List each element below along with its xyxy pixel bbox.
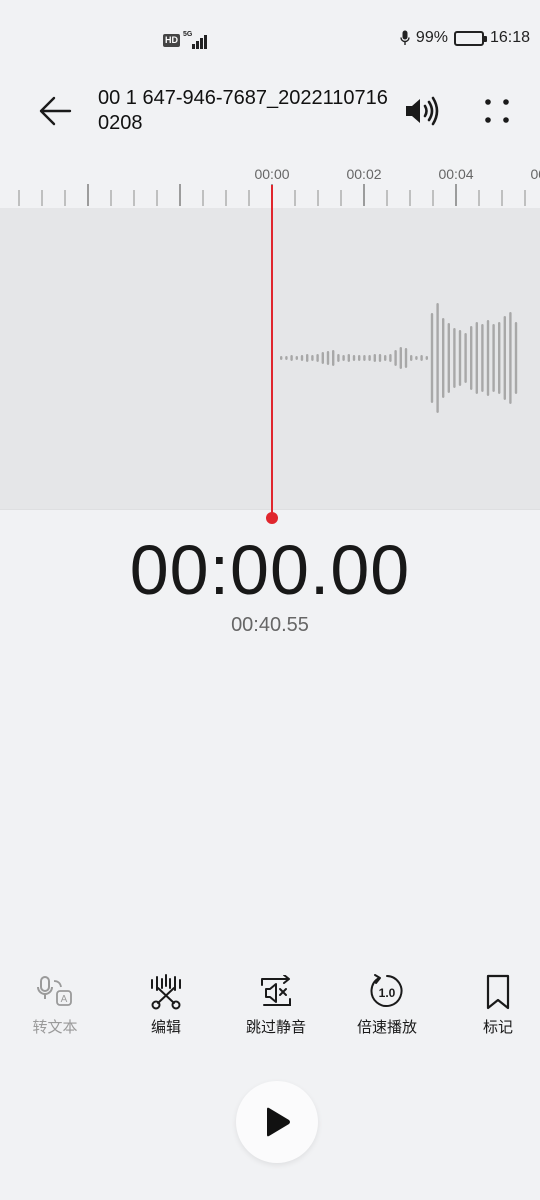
- skip-silence-button[interactable]: 跳过静音: [228, 972, 324, 1042]
- total-duration: 00:40.55: [231, 614, 309, 636]
- playback-speed-icon: 1.0: [370, 974, 403, 1007]
- waveform-area[interactable]: [0, 208, 540, 510]
- waveform-bar: [389, 354, 392, 362]
- waveform-bar: [306, 354, 309, 362]
- recording-title: 00 1 647-946-7687_20221107160208: [98, 87, 388, 134]
- waveform-bar: [295, 356, 298, 360]
- status-bar: HD 5G 99% 16:18: [0, 0, 540, 82]
- waveform-bar: [326, 351, 330, 365]
- waveform-bar: [486, 320, 490, 396]
- tick-label: 00:04: [438, 166, 474, 182]
- waveform-bar: [410, 355, 413, 361]
- waveform: [280, 303, 518, 413]
- action-label: 倍速播放: [356, 1019, 417, 1036]
- waveform-bar: [447, 323, 450, 393]
- waveform-bar: [342, 355, 345, 361]
- hd-badge: HD: [163, 33, 180, 47]
- play-button[interactable]: [236, 1081, 318, 1163]
- arrow-left-icon: [39, 96, 72, 126]
- waveform-bar: [384, 355, 387, 361]
- edit-scissors-icon: [151, 974, 181, 1010]
- waveform-bar: [285, 356, 288, 360]
- waveform-bar: [321, 352, 324, 364]
- waveform-bar: [475, 322, 478, 394]
- waveform-bar: [358, 355, 361, 361]
- clock: 16:18: [489, 29, 530, 46]
- waveform-bar: [420, 355, 423, 361]
- speech-to-text-button[interactable]: A 转文本: [7, 972, 103, 1042]
- action-label: 编辑: [150, 1019, 181, 1036]
- waveform-bar: [347, 354, 350, 362]
- waveform-bar: [430, 313, 434, 403]
- timeline-ruler[interactable]: 00:00 00:02 00:04 00:06: [0, 160, 540, 208]
- svg-text:1.0: 1.0: [379, 986, 396, 1000]
- waveform-bar: [378, 354, 382, 362]
- play-icon: [267, 1107, 290, 1137]
- speaker-icon: [406, 96, 439, 126]
- back-button[interactable]: [34, 90, 76, 132]
- waveform-bar: [436, 303, 439, 413]
- waveform-bar: [337, 354, 340, 362]
- current-time: 00:00.00: [129, 531, 411, 609]
- signal-icon: 5G: [183, 31, 211, 49]
- tick-label: 00:00: [254, 166, 290, 182]
- network-type-label: 5G: [183, 31, 193, 38]
- bookmark-button[interactable]: 标记: [450, 972, 540, 1042]
- waveform-bar: [300, 355, 304, 361]
- waveform-bar: [425, 356, 428, 360]
- playhead-handle[interactable]: [266, 512, 278, 524]
- waveform-bar: [470, 326, 473, 390]
- playhead[interactable]: [271, 185, 273, 516]
- waveform-bar: [368, 355, 371, 361]
- waveform-bar: [415, 356, 418, 360]
- battery-percent: 99%: [415, 29, 448, 46]
- battery-icon: [453, 30, 487, 46]
- top-bar: 00 1 647-946-7687_20221107160208: [0, 84, 540, 140]
- waveform-bar: [498, 322, 501, 394]
- waveform-bar: [458, 330, 462, 386]
- waveform-bar: [442, 318, 445, 398]
- action-label: 标记: [482, 1019, 513, 1036]
- waveform-bar: [394, 350, 397, 366]
- waveform-bar: [363, 355, 366, 361]
- status-right: 99% 16:18: [400, 29, 530, 47]
- action-label: 转文本: [32, 1019, 78, 1036]
- action-label: 跳过静音: [245, 1019, 306, 1036]
- speech-to-text-icon: A: [37, 976, 72, 1006]
- waveform-bar: [509, 312, 512, 404]
- microphone-icon: [400, 30, 410, 45]
- speaker-button[interactable]: [402, 90, 444, 132]
- waveform-bar: [352, 355, 356, 361]
- waveform-bar: [280, 356, 283, 360]
- waveform-bar: [399, 347, 402, 369]
- waveform-bar: [453, 328, 456, 388]
- waveform-bar: [311, 355, 314, 361]
- more-options-button[interactable]: [476, 90, 518, 132]
- waveform-bar: [290, 355, 293, 361]
- waveform-bar: [404, 348, 408, 368]
- waveform-bar: [316, 354, 319, 362]
- waveform-bar: [332, 350, 335, 366]
- edit-button[interactable]: 编辑: [118, 972, 214, 1042]
- bookmark-icon: [486, 974, 510, 1010]
- tick-label: 00:02: [346, 166, 382, 182]
- waveform-bar: [503, 316, 506, 400]
- waveform-bar: [481, 324, 484, 392]
- waveform-bar: [492, 324, 495, 392]
- action-toolbar: A 转文本 编辑 跳过静音 1.0 倍速播放 标记: [0, 972, 540, 1042]
- network-indicators: HD 5G: [163, 31, 211, 49]
- more-dots-icon: [485, 99, 509, 123]
- playback-speed-button[interactable]: 1.0 倍速播放: [339, 972, 435, 1042]
- svg-text:A: A: [61, 994, 68, 1005]
- waveform-bar: [373, 354, 376, 362]
- waveform-bar: [464, 333, 467, 383]
- tick-label: 00:06: [530, 166, 540, 182]
- waveform-bar: [514, 322, 518, 394]
- skip-silence-icon: [261, 975, 291, 1006]
